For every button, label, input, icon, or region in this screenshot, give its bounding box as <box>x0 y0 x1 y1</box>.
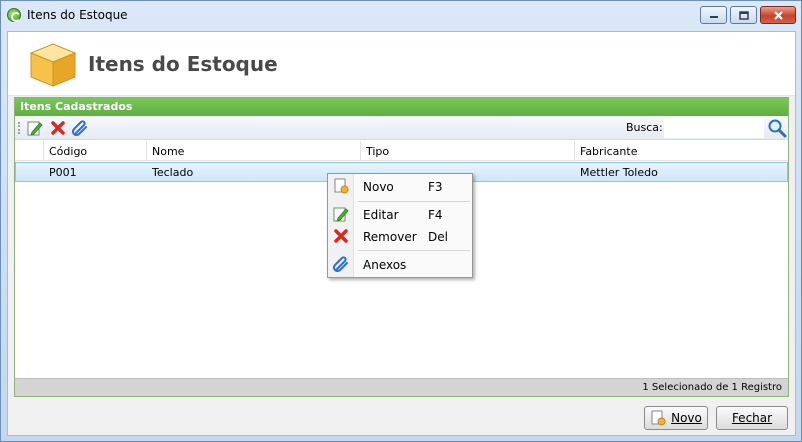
search-input[interactable] <box>664 118 764 138</box>
fechar-button[interactable]: Fechar <box>716 406 788 430</box>
paperclip-icon <box>333 256 348 272</box>
new-document-icon <box>651 410 666 426</box>
status-text: 1 Selecionado de 1 Registro <box>642 382 782 393</box>
context-menu-shortcut: F3 <box>428 180 443 194</box>
remove-icon <box>334 229 348 243</box>
minimize-button[interactable] <box>700 6 727 24</box>
cell-fabricante: Mettler Toledo <box>580 166 658 179</box>
close-icon <box>773 10 783 20</box>
col-head-fabricante[interactable]: Fabricante <box>574 141 788 161</box>
context-menu-shortcut: F4 <box>428 208 443 222</box>
context-menu-label: Remover <box>363 230 417 244</box>
context-menu-item-anexos[interactable]: Anexos <box>328 254 472 274</box>
grid-header: Código Nome Tipo Fabricante <box>15 141 788 161</box>
context-menu-item-editar[interactable]: Editar F4 <box>328 204 472 224</box>
cell-nome: Teclado <box>152 166 194 179</box>
new-document-icon <box>334 178 349 194</box>
window-title: Itens do Estoque <box>27 8 128 22</box>
title-bar[interactable]: Itens do Estoque <box>1 1 801 29</box>
context-menu-label: Anexos <box>363 258 407 272</box>
page-header: Itens do Estoque <box>8 32 795 96</box>
novo-button[interactable]: Novo <box>644 406 708 430</box>
cell-codigo: P001 <box>49 166 77 179</box>
search-icon[interactable] <box>767 118 787 138</box>
maximize-button[interactable] <box>730 6 757 24</box>
maximize-icon <box>738 10 749 20</box>
col-head-codigo[interactable]: Código <box>43 141 146 161</box>
minimize-icon <box>709 16 718 18</box>
context-menu-separator <box>358 250 470 251</box>
context-menu: Novo F3 Editar F4 Remover Del Anexos <box>327 173 473 278</box>
panel-title: Itens Cadastrados <box>15 98 788 116</box>
context-menu-item-remover[interactable]: Remover Del <box>328 226 472 246</box>
fechar-button-label: Fechar <box>731 411 773 425</box>
context-menu-shortcut: Del <box>428 230 448 244</box>
context-menu-label: Editar <box>363 208 399 222</box>
toolbar: Busca: <box>15 116 788 140</box>
toolbar-grip[interactable] <box>18 122 20 134</box>
novo-button-label: Novo <box>671 411 702 425</box>
page-title: Itens do Estoque <box>88 52 278 76</box>
status-bar: 1 Selecionado de 1 Registro <box>15 378 788 396</box>
context-menu-separator <box>358 201 470 202</box>
edit-icon <box>333 207 349 222</box>
paperclip-icon[interactable] <box>72 120 88 136</box>
box-icon <box>29 43 77 87</box>
app-icon <box>7 8 21 22</box>
col-head-indicator <box>15 141 43 161</box>
context-menu-label: Novo <box>363 180 394 194</box>
col-head-nome[interactable]: Nome <box>146 141 360 161</box>
remove-icon[interactable] <box>50 120 66 136</box>
context-menu-item-novo[interactable]: Novo F3 <box>328 176 472 196</box>
col-head-tipo[interactable]: Tipo <box>360 141 574 161</box>
edit-icon[interactable] <box>27 120 43 136</box>
search-label: Busca: <box>626 121 663 134</box>
close-button[interactable] <box>760 6 796 24</box>
